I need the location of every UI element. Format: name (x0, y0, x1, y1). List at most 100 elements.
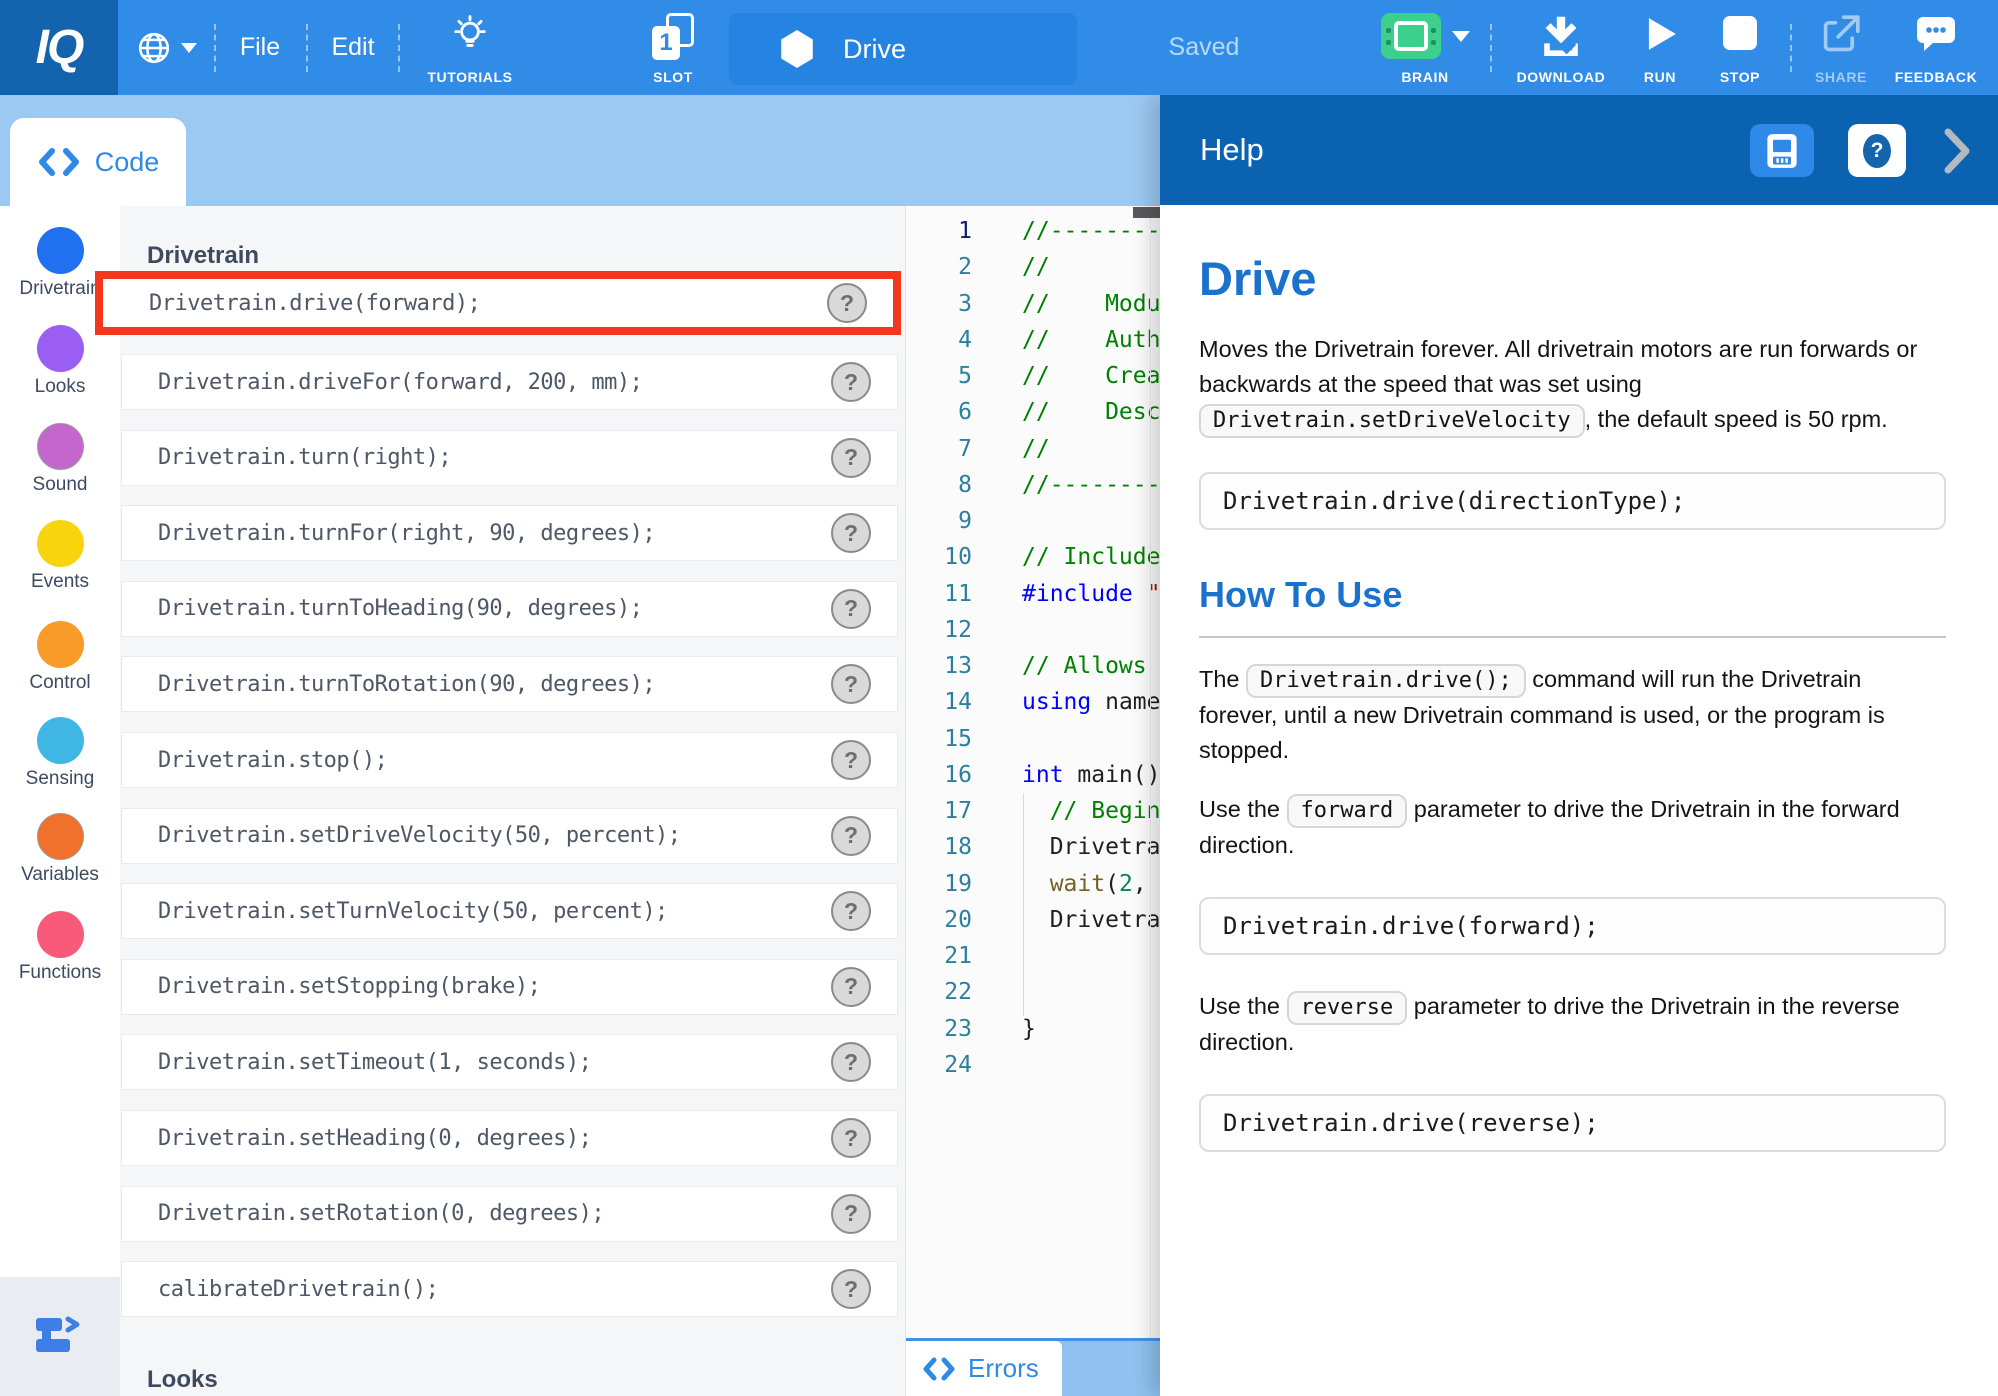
editor-scrollbar-thumb[interactable] (1133, 207, 1160, 218)
command-row[interactable]: Drivetrain.setTurnVelocity(50, percent);… (121, 883, 898, 939)
project-name-tab[interactable]: Drive (729, 13, 1077, 85)
download-button[interactable]: DOWNLOAD (1504, 0, 1618, 95)
help-panel-title: Help (1200, 95, 1264, 205)
code-line[interactable]: 15 (906, 721, 1160, 757)
code-line[interactable]: 4// Author: (906, 322, 1160, 358)
command-row[interactable]: Drivetrain.turnToRotation(90, degrees);? (121, 656, 898, 712)
line-number: 15 (906, 726, 972, 752)
help-device-button[interactable] (1750, 124, 1814, 177)
code-line[interactable]: 18 Drivetrain (906, 829, 1160, 865)
code-text: //---------------------------- (1022, 218, 1160, 244)
line-number: 19 (906, 871, 972, 897)
edit-menu-button[interactable]: Edit (312, 0, 394, 95)
sidebar-item-events[interactable]: Events (0, 520, 120, 593)
command-help-button[interactable]: ? (831, 1194, 871, 1234)
command-help-button[interactable]: ? (831, 1269, 871, 1309)
sidebar-item-sound[interactable]: Sound (0, 423, 120, 496)
code-line[interactable]: 17 // Begin (906, 793, 1160, 829)
palette-next-section-header: Looks (147, 1366, 218, 1394)
command-row[interactable]: Drivetrain.turnToHeading(90, degrees);? (121, 581, 898, 637)
command-row[interactable]: Drivetrain.stop();? (121, 732, 898, 788)
tab-errors[interactable]: Errors (906, 1341, 1062, 1396)
code-line[interactable]: 22 (906, 974, 1160, 1010)
code-line[interactable]: 13// Allows (906, 648, 1160, 684)
slot-number: 1 (659, 29, 672, 57)
code-line[interactable]: 10// Included (906, 539, 1160, 575)
code-line[interactable]: 20 Drivetrain (906, 902, 1160, 938)
line-number: 4 (906, 327, 972, 353)
category-color-dot (37, 621, 84, 668)
command-row[interactable]: Drivetrain.setHeading(0, degrees);? (121, 1110, 898, 1166)
command-row[interactable]: Drivetrain.turnFor(right, 90, degrees);? (121, 505, 898, 561)
blocks-text-toggle-button[interactable] (0, 1277, 120, 1396)
stop-button[interactable]: STOP (1694, 0, 1786, 95)
command-help-button[interactable]: ? (831, 589, 871, 629)
command-help-button[interactable]: ? (831, 362, 871, 402)
command-help-button[interactable]: ? (831, 891, 871, 931)
help-text: Moves the Drivetrain forever. All drivet… (1199, 336, 1917, 397)
toolbar-divider (214, 24, 216, 72)
help-collapse-button[interactable] (1944, 127, 1972, 180)
code-line[interactable]: 23} (906, 1011, 1160, 1047)
code-line[interactable]: 16int main() { (906, 757, 1160, 793)
code-line[interactable]: 3// Module: (906, 286, 1160, 322)
sidebar-item-looks[interactable]: Looks (0, 325, 120, 398)
command-row[interactable]: calibrateDrivetrain();? (121, 1261, 898, 1317)
command-row[interactable]: Drivetrain.setStopping(brake);? (121, 959, 898, 1015)
code-example: Drivetrain.drive(reverse); (1199, 1094, 1946, 1152)
tab-code[interactable]: Code (10, 118, 186, 206)
code-line[interactable]: 24 (906, 1047, 1160, 1083)
slot-button[interactable]: 1 SLOT (612, 0, 734, 95)
command-row[interactable]: Drivetrain.setTimeout(1, seconds);? (121, 1034, 898, 1090)
category-label: Variables (0, 864, 120, 886)
command-help-button[interactable]: ? (831, 513, 871, 553)
help-question-button[interactable]: ? (1848, 124, 1906, 177)
command-help-button[interactable]: ? (831, 1042, 871, 1082)
command-help-button[interactable]: ? (831, 664, 871, 704)
code-editor[interactable]: 1//----------------------------2//3// Mo… (906, 206, 1160, 1396)
code-line[interactable]: 5// Created: (906, 358, 1160, 394)
code-line[interactable]: 19 wait(2, (906, 866, 1160, 902)
code-line[interactable]: 1//---------------------------- (906, 213, 1160, 249)
code-line[interactable]: 14using namespace (906, 684, 1160, 720)
code-line[interactable]: 21 (906, 938, 1160, 974)
editor-scrollbar-track[interactable] (1150, 206, 1151, 1396)
language-menu-button[interactable] (122, 0, 210, 95)
command-row[interactable]: Drivetrain.setDriveVelocity(50, percent)… (121, 808, 898, 864)
command-help-button[interactable]: ? (831, 438, 871, 478)
code-line[interactable]: 8//---------------------------- (906, 467, 1160, 503)
command-row[interactable]: Drivetrain.turn(right);? (121, 430, 898, 486)
lightbulb-icon (451, 13, 489, 55)
command-help-button[interactable]: ? (827, 283, 867, 323)
code-line[interactable]: 6// Descrip (906, 394, 1160, 430)
command-help-button[interactable]: ? (831, 967, 871, 1007)
sidebar-item-functions[interactable]: Functions (0, 911, 120, 984)
command-row-selected[interactable]: Drivetrain.drive(forward);? (103, 279, 893, 327)
brain-button[interactable]: BRAIN (1360, 0, 1490, 95)
share-button[interactable]: SHARE (1791, 0, 1891, 95)
sidebar-item-control[interactable]: Control (0, 621, 120, 694)
code-line[interactable]: 7// (906, 431, 1160, 467)
command-help-button[interactable]: ? (831, 740, 871, 780)
command-help-button[interactable]: ? (831, 1118, 871, 1158)
tutorials-button[interactable]: TUTORIALS (400, 0, 540, 95)
sidebar-item-variables[interactable]: Variables (0, 813, 120, 886)
code-text: // Descrip (1022, 399, 1160, 425)
command-row[interactable]: Drivetrain.driveFor(forward, 200, mm);? (121, 354, 898, 410)
inline-code-chip: reverse (1287, 991, 1408, 1025)
top-toolbar: IQ File Edit (0, 0, 1998, 95)
sidebar-item-sensing[interactable]: Sensing (0, 717, 120, 790)
feedback-button[interactable]: FEEDBACK (1877, 0, 1995, 95)
code-line[interactable]: 2// (906, 249, 1160, 285)
code-text: Drivetrain (1022, 834, 1160, 860)
category-label: Looks (0, 376, 120, 398)
line-number: 10 (906, 544, 972, 570)
code-line[interactable]: 12 (906, 612, 1160, 648)
code-line[interactable]: 9 (906, 503, 1160, 539)
command-help-button[interactable]: ? (831, 816, 871, 856)
code-line[interactable]: 11#include "vex.h" (906, 576, 1160, 612)
file-menu-button[interactable]: File (218, 0, 302, 95)
line-number: 17 (906, 798, 972, 824)
slot-label: SLOT (653, 69, 693, 85)
command-row[interactable]: Drivetrain.setRotation(0, degrees);? (121, 1186, 898, 1242)
